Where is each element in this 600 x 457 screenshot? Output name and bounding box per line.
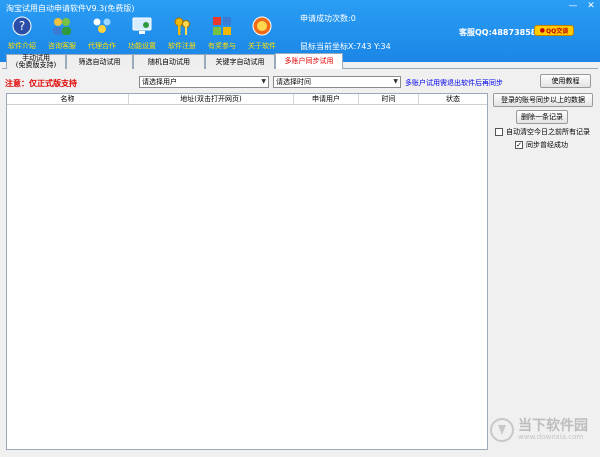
- minimize-button[interactable]: —: [564, 0, 582, 14]
- partner-icon: [91, 15, 113, 37]
- apps-icon: [211, 15, 233, 37]
- question-icon: ?: [11, 15, 33, 37]
- sync-hint: 多账户试用需退出软件后再同步: [405, 79, 503, 87]
- monitor-icon: [131, 15, 153, 37]
- qq-penguin-icon: ●: [539, 27, 546, 34]
- user-select[interactable]: 请选择用户 ▼: [139, 76, 269, 88]
- column-header-address[interactable]: 地址(双击打开网页): [129, 94, 294, 104]
- sync-data-button[interactable]: 登录的账号同步以上的数据: [493, 93, 593, 107]
- tab-keyword-auto[interactable]: 关键字自动试用: [205, 54, 275, 69]
- column-header-time[interactable]: 时间: [359, 94, 419, 104]
- downxia-logo-icon: [490, 418, 514, 442]
- time-select[interactable]: 请选择时间 ▼: [273, 76, 401, 88]
- table-header: 名称 地址(双击打开网页) 申请用户 时间 状态: [7, 94, 487, 105]
- cursor-coords: 鼠标当前坐标X:743 Y:34: [300, 42, 391, 51]
- sync-success-checkbox[interactable]: ✓ 同步曾经成功: [515, 140, 568, 150]
- watermark-text: 当下软件园: [518, 418, 588, 434]
- tab-random-auto[interactable]: 随机自动试用: [133, 54, 205, 69]
- success-count: 申请成功次数:0: [300, 14, 356, 23]
- checkbox-box[interactable]: [495, 128, 503, 136]
- delete-record-button[interactable]: 删除一条记录: [516, 110, 568, 124]
- keys-icon: [171, 15, 193, 37]
- tutorial-button[interactable]: 使用教程: [540, 74, 591, 88]
- people-icon: [51, 15, 73, 37]
- close-button[interactable]: ✕: [582, 0, 600, 14]
- about-icon: [251, 15, 273, 37]
- svg-text:?: ?: [19, 19, 25, 33]
- tab-manual[interactable]: 手动试用 (免费版支持): [6, 54, 66, 69]
- column-header-status[interactable]: 状态: [419, 94, 487, 104]
- chevron-down-icon: ▼: [261, 78, 266, 85]
- column-header-name[interactable]: 名称: [7, 94, 129, 104]
- tab-filter-auto[interactable]: 筛选自动试用: [66, 54, 133, 69]
- watermark-url: www.downxia.com: [518, 433, 584, 441]
- qq-chat-button[interactable]: ● QQ交谈: [534, 25, 574, 36]
- tab-multi-account[interactable]: 多账户同步试用: [275, 53, 343, 69]
- column-header-user[interactable]: 申请用户: [294, 94, 359, 104]
- watermark: 当下软件园 www.downxia.com: [490, 418, 588, 442]
- chevron-down-icon: ▼: [393, 78, 398, 85]
- checkmark-icon[interactable]: ✓: [515, 141, 523, 149]
- records-table[interactable]: 名称 地址(双击打开网页) 申请用户 时间 状态: [6, 93, 488, 450]
- notice-text: 注意：仅正式版支持: [5, 79, 77, 88]
- tab-strip: 手动试用 (免费版支持) 筛选自动试用 随机自动试用 关键字自动试用 多账户同步…: [6, 53, 343, 69]
- clear-records-checkbox[interactable]: 自动清空今日之前所有记录: [495, 127, 590, 137]
- support-qq: 客服QQ:488738580: [459, 28, 542, 37]
